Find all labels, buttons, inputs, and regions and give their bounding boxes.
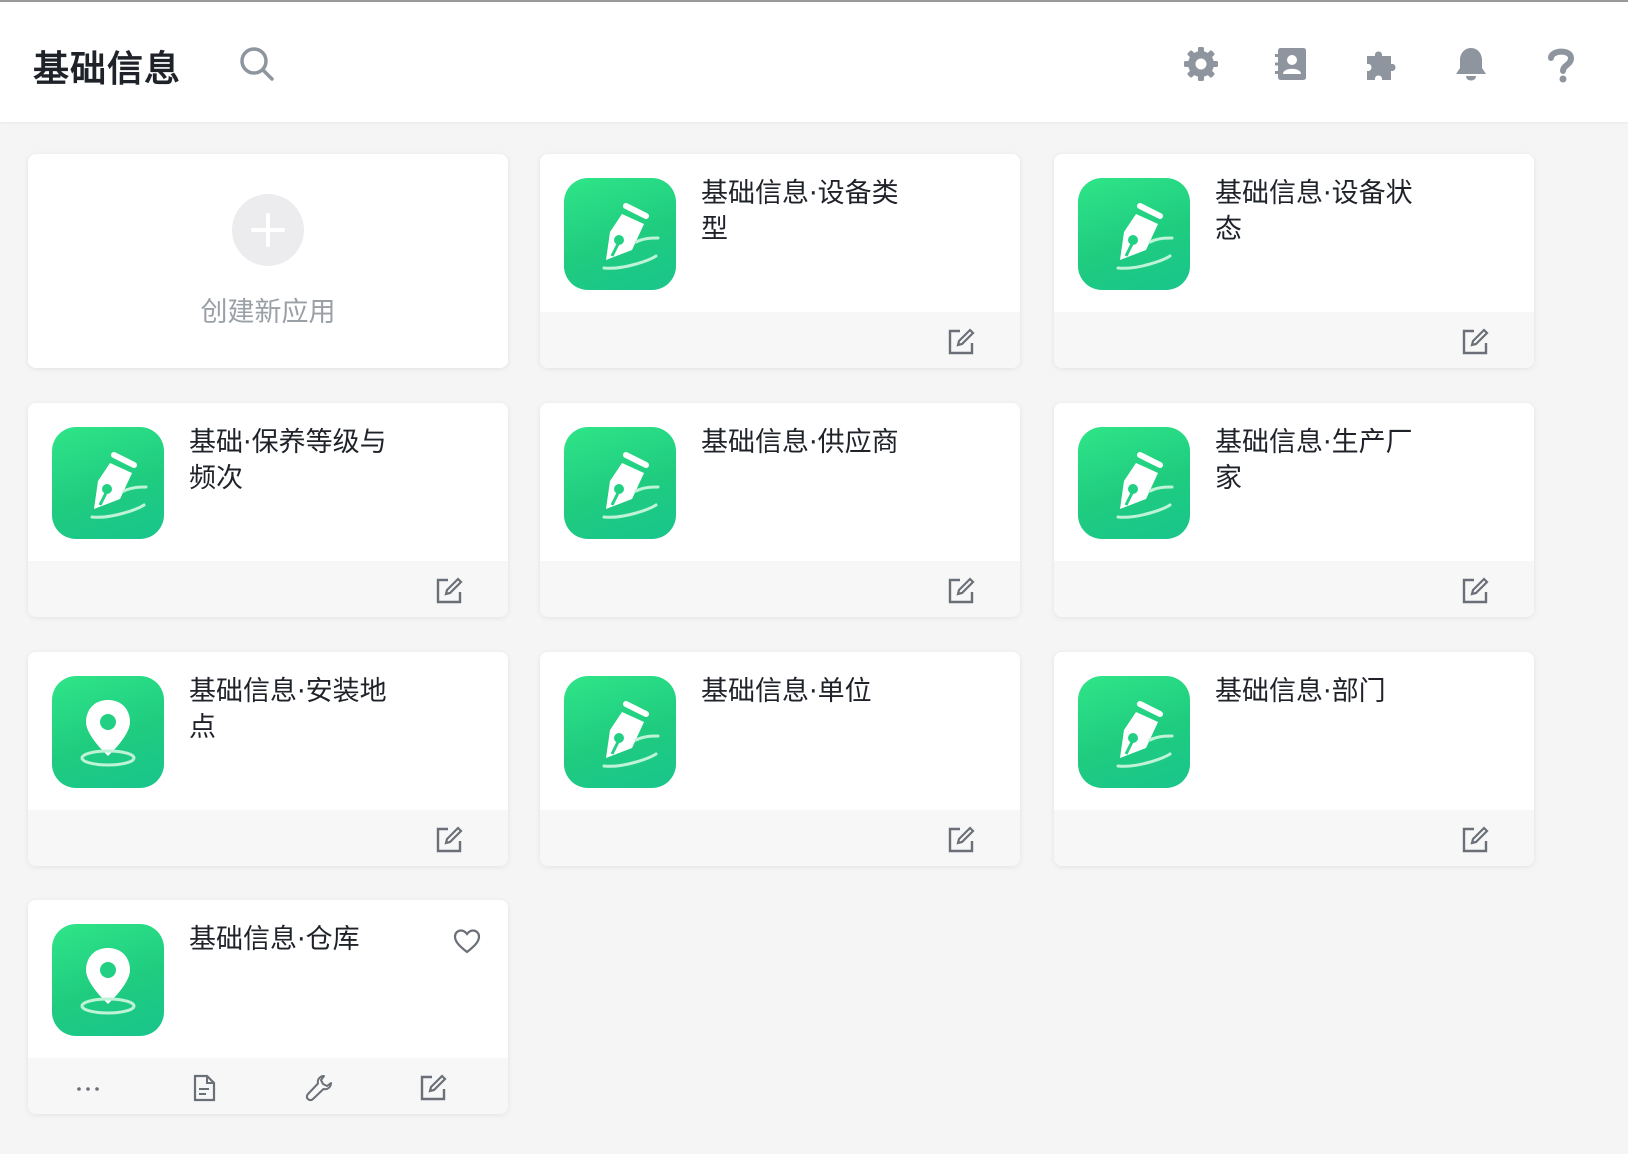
- app-card-maintenance-level[interactable]: 基础·保养等级与频次: [28, 403, 508, 617]
- app-card-unit[interactable]: 基础信息·单位: [540, 652, 1020, 866]
- edit-icon[interactable]: [946, 327, 976, 357]
- app-title: 基础信息·设备类型: [701, 178, 899, 245]
- favorite-heart-icon[interactable]: [452, 926, 482, 956]
- edit-icon[interactable]: [1460, 576, 1490, 606]
- app-title: 基础信息·仓库: [189, 924, 360, 955]
- edit-icon[interactable]: [946, 576, 976, 606]
- app-card-warehouse[interactable]: 基础信息·仓库: [28, 900, 508, 1114]
- app-card-department[interactable]: 基础信息·部门: [1054, 652, 1534, 866]
- pen-icon: [1078, 427, 1190, 539]
- plus-icon[interactable]: [232, 194, 304, 266]
- plugin-icon[interactable]: [1361, 44, 1401, 84]
- more-icon[interactable]: [73, 1073, 103, 1103]
- app-title: 基础信息·生产厂家: [1215, 427, 1413, 494]
- edit-icon[interactable]: [1460, 825, 1490, 855]
- pen-icon: [564, 676, 676, 788]
- app-card-supplier[interactable]: 基础信息·供应商: [540, 403, 1020, 617]
- edit-icon[interactable]: [418, 1073, 448, 1103]
- search-icon[interactable]: [237, 44, 277, 84]
- app-card-device-status[interactable]: 基础信息·设备状态: [1054, 154, 1534, 368]
- app-title: 基础信息·供应商: [701, 427, 899, 458]
- pen-icon: [1078, 178, 1190, 290]
- pen-icon: [564, 178, 676, 290]
- contacts-icon[interactable]: [1271, 44, 1311, 84]
- wrench-icon[interactable]: [304, 1073, 334, 1103]
- settings-icon[interactable]: [1181, 44, 1221, 84]
- app-card-install-location[interactable]: 基础信息·安装地点: [28, 652, 508, 866]
- edit-icon[interactable]: [946, 825, 976, 855]
- app-card-device-type[interactable]: 基础信息·设备类型: [540, 154, 1020, 368]
- create-new-app-label: 创建新应用: [200, 297, 336, 328]
- app-title: 基础信息·设备状态: [1215, 178, 1413, 245]
- help-icon[interactable]: [1541, 44, 1581, 84]
- create-new-app-card[interactable]: 创建新应用: [28, 154, 508, 368]
- app-card-manufacturer[interactable]: 基础信息·生产厂家: [1054, 403, 1534, 617]
- page-title: 基础信息: [33, 49, 182, 90]
- pen-icon: [1078, 676, 1190, 788]
- app-title: 基础信息·单位: [701, 676, 872, 707]
- pen-icon: [52, 427, 164, 539]
- top-header: 基础信息: [0, 2, 1628, 122]
- document-icon[interactable]: [189, 1073, 219, 1103]
- notification-icon[interactable]: [1451, 44, 1491, 84]
- pen-icon: [564, 427, 676, 539]
- app-title: 基础信息·安装地点: [189, 676, 387, 743]
- app-title: 基础信息·部门: [1215, 676, 1386, 707]
- edit-icon[interactable]: [1460, 327, 1490, 357]
- location-icon: [52, 676, 164, 788]
- location-icon: [52, 924, 164, 1036]
- edit-icon[interactable]: [434, 576, 464, 606]
- edit-icon[interactable]: [434, 825, 464, 855]
- app-title: 基础·保养等级与频次: [189, 427, 387, 494]
